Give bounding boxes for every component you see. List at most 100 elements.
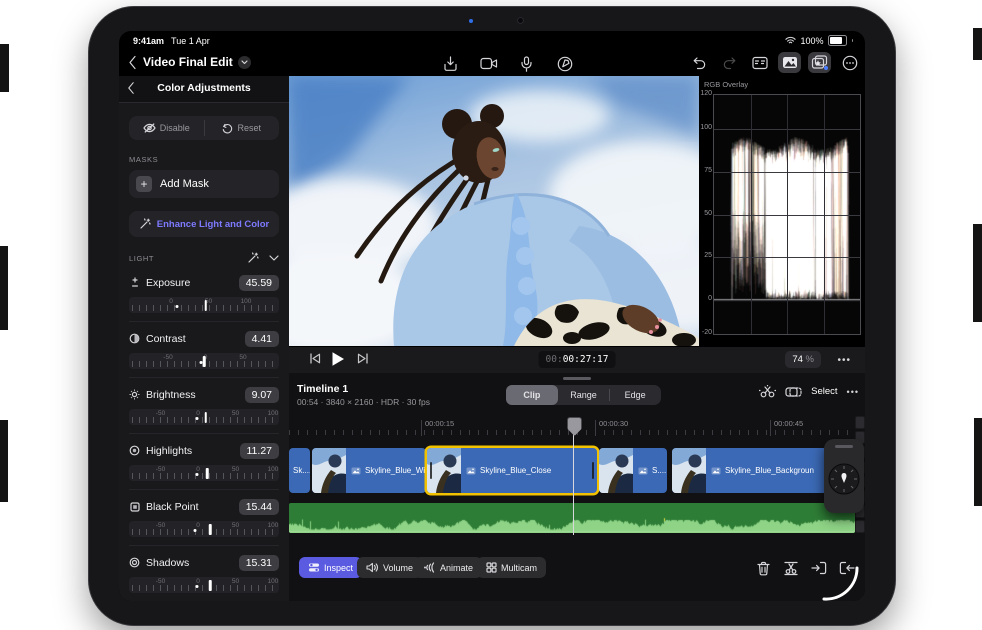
scope-axis-label: 0 [699, 295, 712, 302]
timeline-area: Timeline 1 00:54 · 3840 × 2160 · HDR · 3… [289, 373, 865, 601]
slider-thumb[interactable] [206, 468, 209, 479]
back-chevron-icon[interactable] [128, 55, 137, 70]
slider-value[interactable]: 15.44 [239, 499, 279, 515]
photo-icon [711, 462, 721, 480]
slider-ruler[interactable]: -50050 [129, 353, 279, 369]
slider-default-dot [176, 305, 179, 308]
add-mask-label: Add Mask [160, 178, 209, 190]
audio-waveform [289, 503, 855, 533]
mode-clip[interactable]: Clip [506, 385, 558, 405]
viewer-more-button[interactable]: ••• [837, 355, 851, 366]
trim-handle-left[interactable] [430, 462, 432, 479]
slider-ruler[interactable]: -50050100 [129, 409, 279, 425]
clip-label: Sk.... [293, 466, 310, 475]
jog-panel-handle[interactable] [835, 445, 853, 448]
tick-label: 50 [239, 354, 246, 361]
slider-thumb[interactable] [204, 300, 207, 311]
clip-thumbnail [427, 448, 461, 493]
zoom-value: 74 [792, 354, 803, 365]
disable-button[interactable]: Disable [129, 116, 204, 140]
front-camera-indicator [469, 19, 473, 23]
mode-edge[interactable]: Edge [609, 385, 661, 405]
slider-value[interactable]: 9.07 [245, 387, 279, 403]
timeline-clip[interactable]: Sk.... [289, 448, 310, 493]
import-button[interactable] [439, 53, 462, 74]
jog-dial-icon[interactable] [824, 457, 864, 497]
split-clip-button[interactable] [783, 559, 799, 577]
tick-label: 50 [232, 410, 239, 417]
inspect-button[interactable]: Inspect [299, 557, 362, 578]
tick-label: 0 [169, 298, 173, 305]
split-tool-icon[interactable] [759, 385, 776, 398]
volume-button[interactable]: Volume [357, 557, 422, 578]
timeline-clip[interactable]: S...... [599, 448, 667, 493]
video-preview[interactable] [289, 76, 699, 346]
slider-value[interactable]: 15.31 [239, 555, 279, 571]
slider-thumb[interactable] [209, 524, 212, 535]
slider-ruler[interactable]: -50050100 [129, 521, 279, 537]
scope-axis-label: 25 [699, 252, 712, 259]
more-options-button[interactable] [838, 52, 861, 73]
scope-gridline [787, 95, 788, 334]
reset-button[interactable]: Reset [205, 116, 280, 140]
delete-button[interactable] [755, 559, 771, 577]
timeline-clip[interactable]: Skyline_Blue_Wide [312, 448, 426, 493]
camera-button[interactable] [477, 53, 500, 74]
multicam-button[interactable]: Multicam [477, 557, 546, 578]
microphone-button[interactable] [515, 53, 538, 74]
enhance-light-color-button[interactable]: Enhance Light and Color [129, 211, 279, 237]
clip-overlap-icon[interactable] [785, 386, 802, 398]
timecode-value: 00:27:17 [563, 354, 609, 365]
effects-button[interactable] [808, 52, 831, 73]
scope-axis-label: 120 [699, 90, 712, 97]
photo-icon [638, 462, 648, 480]
page-background: 9:41am Tue 1 Apr 100% Video Final Edit [0, 0, 982, 630]
collapse-chevron-icon[interactable] [269, 255, 279, 261]
timeline-clip-selected[interactable]: Skyline_Blue_Close [427, 448, 597, 493]
scope-axis-label: 75 [699, 167, 712, 174]
redo-button[interactable] [718, 52, 741, 73]
slider-brightness: Brightness 9.07 -50050100 [129, 377, 279, 425]
slider-value[interactable]: 11.27 [240, 443, 280, 459]
slider-value[interactable]: 4.41 [245, 331, 279, 347]
slider-thumb[interactable] [204, 412, 207, 423]
select-button[interactable]: Select [811, 386, 837, 397]
light-heading: LIGHT [129, 254, 247, 263]
tick-label: 50 [232, 522, 239, 529]
animate-button[interactable]: Animate [414, 557, 482, 578]
slider-thumb[interactable] [209, 580, 212, 591]
slider-label: Brightness [146, 389, 239, 401]
media-browser-button[interactable] [778, 52, 801, 73]
auto-enhance-icon[interactable] [247, 252, 259, 264]
masks-heading: MASKS [129, 155, 279, 164]
project-title[interactable]: Video Final Edit [143, 55, 233, 69]
scope-gridline [824, 95, 825, 334]
background-block [973, 224, 982, 322]
timeline-more-button[interactable]: ••• [847, 387, 859, 397]
audio-track[interactable] [289, 503, 855, 533]
mode-range[interactable]: Range [558, 385, 610, 405]
jog-wheel-panel[interactable] [824, 439, 864, 513]
slider-ruler[interactable]: -50050100 [129, 465, 279, 481]
play-button[interactable] [331, 351, 345, 367]
inspector-panel-button[interactable] [748, 52, 771, 73]
button-label: Inspect [324, 563, 353, 573]
slider-ruler[interactable]: 050100 [129, 297, 279, 313]
zoom-level-control[interactable]: 74 % [785, 351, 821, 368]
slider-value[interactable]: 45.59 [239, 275, 279, 291]
shadows-icon [129, 557, 140, 568]
skip-to-start-button[interactable] [309, 352, 321, 365]
skip-to-end-button[interactable] [357, 352, 369, 365]
timeline-drag-handle[interactable] [563, 377, 591, 380]
background-block [0, 44, 9, 92]
slider-thumb[interactable] [203, 356, 206, 367]
slider-default-dot [195, 473, 198, 476]
undo-button[interactable] [688, 52, 711, 73]
slider-ruler[interactable]: -50050100 [129, 577, 279, 593]
slider-default-dot [194, 529, 197, 532]
front-camera-lens [517, 17, 524, 24]
title-menu-chevron-icon[interactable] [238, 56, 251, 69]
trim-handle-right[interactable] [592, 462, 594, 479]
add-mask-button[interactable]: + Add Mask [129, 170, 279, 198]
pencil-tools-button[interactable] [553, 53, 576, 74]
